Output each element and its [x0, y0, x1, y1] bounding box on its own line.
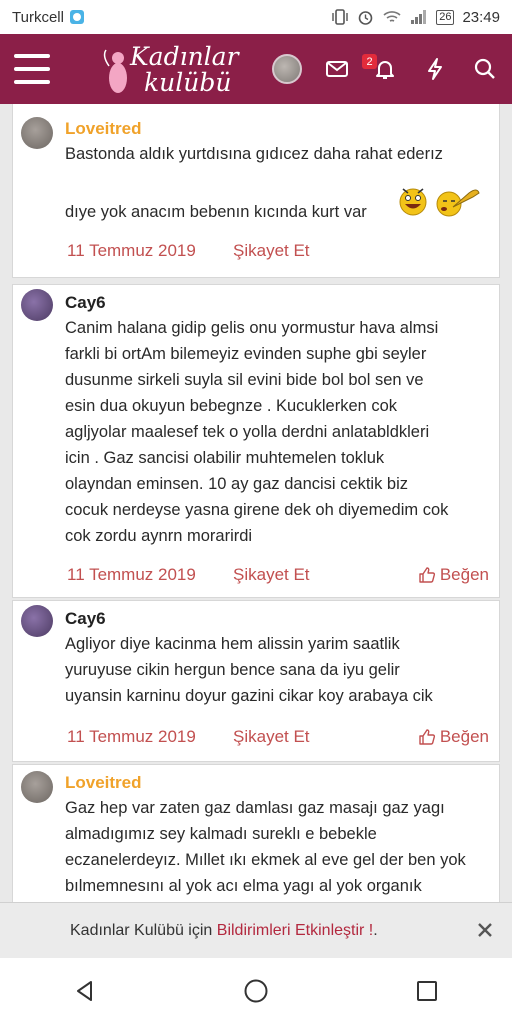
comment-card: Loveitred Bastonda aldık yurtdısına gıdı… [12, 104, 500, 278]
recents-icon[interactable] [407, 971, 447, 1011]
laughing-smiley-icon [399, 188, 427, 216]
back-icon[interactable] [65, 971, 105, 1011]
comment-card: Cay6 Canim halana gidip gelis onu yormus… [12, 284, 500, 598]
like-button[interactable]: Beğen [418, 565, 489, 585]
notification-badge: 2 [362, 54, 377, 69]
signal-icon [410, 9, 428, 25]
wifi-icon [382, 9, 402, 25]
report-link[interactable]: Şikayet Et [233, 241, 310, 261]
carrier-icon [69, 10, 84, 24]
comment-date: 11 Temmuz 2019 [67, 565, 196, 584]
user-avatar[interactable] [21, 117, 53, 149]
comment-date: 11 Temmuz 2019 [67, 727, 196, 746]
like-button[interactable]: Beğen [418, 727, 489, 747]
comment-body: Canim halana gidip gelis onu yormustur h… [65, 319, 449, 545]
clock: 23:49 [462, 8, 500, 26]
home-icon[interactable] [236, 971, 276, 1011]
thumbs-up-icon [419, 729, 435, 745]
close-icon[interactable] [474, 919, 496, 941]
android-nav-bar [0, 958, 512, 1024]
comment-username[interactable]: Loveitred [65, 119, 142, 139]
comment-username[interactable]: Cay6 [65, 609, 106, 629]
user-avatar[interactable] [21, 289, 53, 321]
report-link[interactable]: Şikayet Et [233, 727, 310, 747]
horn-smiley-icon [436, 189, 480, 217]
enable-notifications-link[interactable]: Bildirimleri Etkinleştir ! [217, 922, 373, 939]
comment-card: Loveitred Gaz hep var zaten gaz damlası … [12, 764, 500, 902]
comment-username[interactable]: Cay6 [65, 293, 106, 313]
alarm-icon [357, 9, 374, 26]
logo-line1: Kadınlar [130, 42, 239, 71]
thumbs-up-icon [419, 567, 435, 583]
status-bar: Turkcell 26 23:49 [0, 0, 512, 34]
lightning-icon[interactable] [422, 56, 448, 82]
comments-list[interactable]: Loveitred Bastonda aldık yurtdısına gıdı… [0, 104, 512, 902]
envelope-icon[interactable] [324, 56, 350, 82]
user-avatar[interactable] [21, 605, 53, 637]
notification-prompt: Kadınlar Kulübü için Bildirimleri Etkinl… [0, 902, 512, 958]
menu-icon[interactable] [14, 54, 50, 84]
site-logo[interactable]: Kadınlar kulübü [100, 38, 250, 100]
user-avatar[interactable] [21, 771, 53, 803]
logo-line2: kulübü [144, 68, 232, 97]
like-label: Beğen [439, 727, 489, 746]
notification-prompt-text: Kadınlar Kulübü için Bildirimleri Etkinl… [70, 921, 378, 939]
comment-username[interactable]: Loveitred [65, 773, 142, 793]
carrier-name: Turkcell [12, 8, 64, 26]
search-icon[interactable] [472, 56, 498, 82]
comment-body: Gaz hep var zaten gaz damlası gaz masajı… [65, 799, 466, 895]
report-link[interactable]: Şikayet Et [233, 565, 310, 585]
comment-card: Cay6 Agliyor diye kacinma hem alissin ya… [12, 600, 500, 762]
app-header: Kadınlar kulübü [0, 34, 512, 104]
vibrate-icon [331, 9, 349, 25]
like-label: Beğen [439, 565, 489, 584]
comment-date: 11 Temmuz 2019 [67, 241, 196, 260]
comment-body: Agliyor diye kacinma hem alissin yarim s… [65, 635, 433, 705]
profile-avatar[interactable] [272, 54, 302, 84]
battery-icon: 26 [436, 9, 455, 25]
